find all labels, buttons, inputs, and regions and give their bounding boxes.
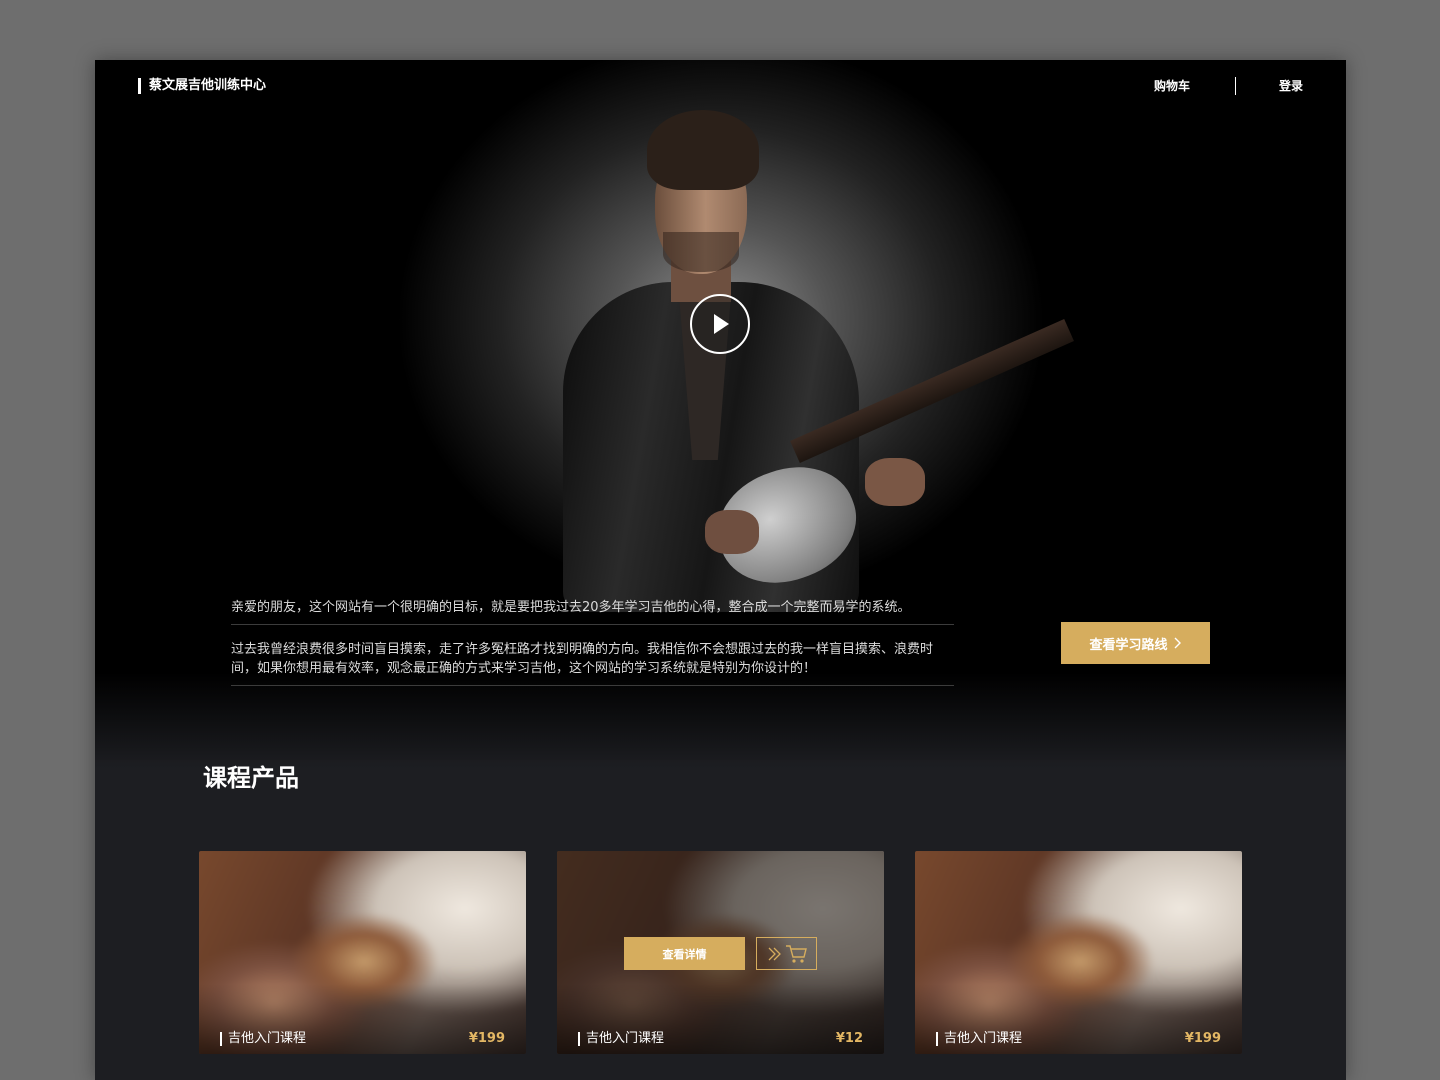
add-to-cart-icon: [785, 944, 807, 963]
course-card[interactable]: 吉他入门课程 ¥199: [199, 851, 526, 1054]
double-chevron-right-icon: [768, 947, 781, 960]
course-price: ¥199: [1184, 1031, 1221, 1046]
intro-paragraph-2: 过去我曾经浪费很多时间盲目摸索，走了许多冤枉路才找到明确的方向。我相信你不会想跟…: [231, 640, 954, 686]
courses-section-title: 课程产品: [203, 764, 299, 792]
page-frame: 亲爱的朋友，这个网站有一个很明确的目标，就是要把我过去20多年学习吉他的心得，整…: [95, 60, 1346, 1080]
nav-divider: [1235, 77, 1236, 95]
view-details-button[interactable]: 查看详情: [624, 937, 745, 970]
chevron-right-icon: [1174, 637, 1181, 649]
play-video-button[interactable]: [690, 294, 750, 354]
course-name: 吉他入门课程: [936, 1032, 1022, 1046]
nav-login-link[interactable]: 登录: [1279, 78, 1303, 94]
site-logo[interactable]: 蔡文展吉他训练中心: [138, 78, 266, 94]
route-button-label: 查看学习路线: [1089, 637, 1168, 653]
course-price: ¥12: [835, 1031, 863, 1046]
view-learning-route-button[interactable]: 查看学习路线: [1061, 622, 1210, 664]
intro-paragraph-1: 亲爱的朋友，这个网站有一个很明确的目标，就是要把我过去20多年学习吉他的心得，整…: [231, 598, 954, 625]
course-name: 吉他入门课程: [578, 1032, 664, 1046]
guitarist-photo: [535, 110, 1095, 612]
nav-cart-link[interactable]: 购物车: [1154, 78, 1190, 94]
course-card[interactable]: 吉他入门课程 ¥199: [915, 851, 1242, 1054]
course-name: 吉他入门课程: [220, 1032, 306, 1046]
hero-section: 亲爱的朋友，这个网站有一个很明确的目标，就是要把我过去20多年学习吉他的心得，整…: [95, 60, 1346, 770]
course-price: ¥199: [468, 1031, 505, 1046]
add-to-cart-button[interactable]: [756, 937, 817, 970]
play-icon: [714, 314, 729, 334]
course-card-hovered[interactable]: 查看详情 吉他入门课程 ¥12: [557, 851, 884, 1054]
